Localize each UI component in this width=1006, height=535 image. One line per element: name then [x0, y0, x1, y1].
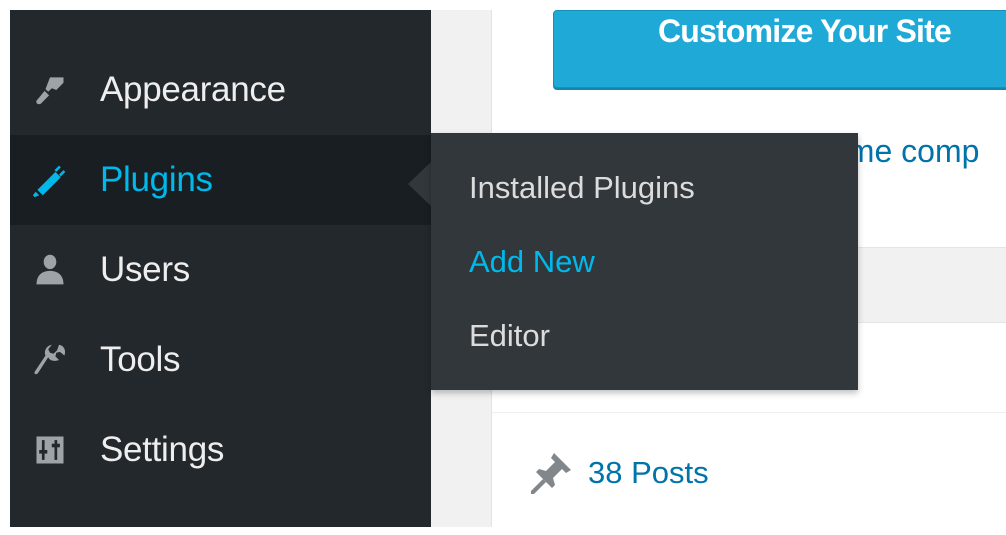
customize-your-site-button[interactable]: Customize Your Site [553, 10, 1006, 88]
sidebar-item-label: Appearance [100, 70, 286, 109]
settings-sliders-icon [30, 430, 70, 470]
sidebar-item-label: Users [100, 250, 190, 289]
pushpin-icon [531, 453, 571, 494]
sidebar-item-users[interactable]: Users [10, 225, 431, 315]
sidebar-item-appearance[interactable]: Appearance [10, 45, 431, 135]
plug-icon [30, 160, 70, 200]
image-border-bottom [0, 527, 1006, 535]
sidebar-item-settings[interactable]: Settings [10, 405, 431, 495]
user-icon [30, 250, 70, 290]
flyout-pointer [408, 162, 431, 206]
image-border-left [0, 0, 10, 535]
sidebar-item-label: Tools [100, 340, 181, 379]
submenu-item-add-new[interactable]: Add New [469, 244, 595, 280]
sidebar-item-label: Settings [100, 430, 225, 469]
wrench-icon [30, 340, 70, 380]
submenu-item-installed-plugins[interactable]: Installed Plugins [469, 170, 695, 206]
plugins-submenu: Installed Plugins Add New Editor [431, 133, 858, 390]
image-border-top [0, 0, 1006, 10]
admin-sidebar: Appearance Plugins Users Tools Settings [10, 10, 431, 527]
sidebar-item-tools[interactable]: Tools [10, 315, 431, 405]
sidebar-item-label: Plugins [100, 160, 213, 199]
sidebar-item-plugins[interactable]: Plugins [10, 135, 431, 225]
submenu-item-editor[interactable]: Editor [469, 318, 550, 354]
paintbrush-icon [30, 70, 70, 110]
posts-count-label: 38 Posts [588, 455, 709, 490]
wp-admin-screen: Customize Your Site eme comp 38 Posts Ap… [0, 0, 1006, 535]
posts-count-link[interactable]: 38 Posts [526, 448, 709, 498]
panel-divider [492, 412, 1006, 413]
